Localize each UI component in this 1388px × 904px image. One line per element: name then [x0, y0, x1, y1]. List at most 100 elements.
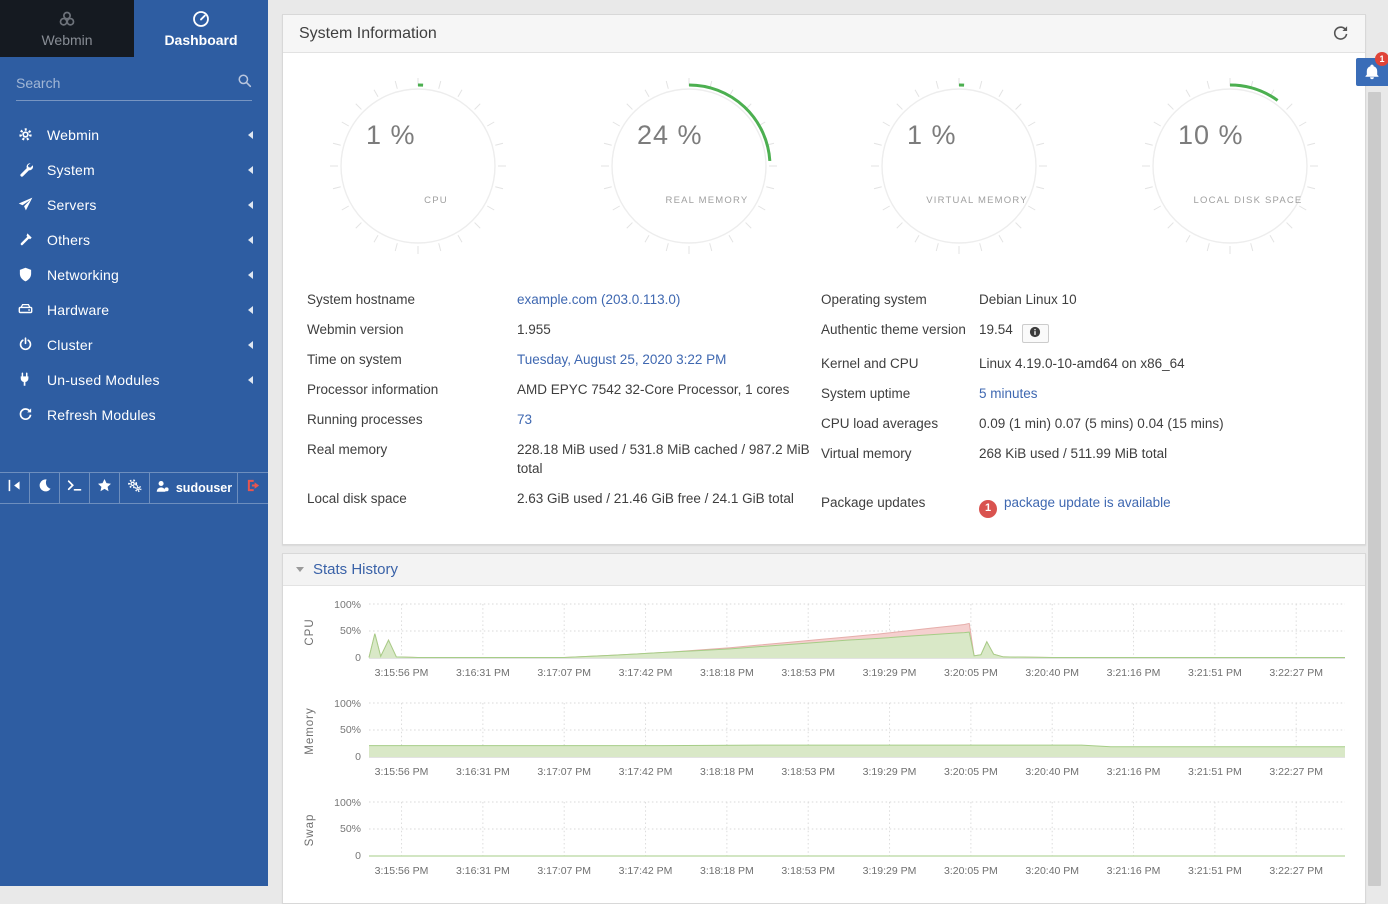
info-row-time-on-system: Time on systemTuesday, August 25, 2020 3…	[307, 345, 821, 375]
info-label: Local disk space	[307, 489, 517, 508]
gears-icon	[127, 478, 142, 498]
info-row-local-disk-space: Local disk space2.63 GiB used / 21.46 Gi…	[307, 484, 821, 514]
system-information-header: System Information	[283, 15, 1365, 53]
sidebar-item-others[interactable]: Others	[0, 222, 268, 257]
info-value[interactable]: 73	[517, 412, 532, 427]
stats-chart-memory: Memory100%50%03:15:56 PM3:16:31 PM3:17:0…	[283, 697, 1365, 790]
sidebar-item-hardware[interactable]: Hardware	[0, 292, 268, 327]
svg-text:Memory: Memory	[304, 707, 316, 755]
star-button[interactable]	[90, 473, 120, 503]
info-value: Debian Linux 10	[979, 292, 1077, 307]
info-value[interactable]: Tuesday, August 25, 2020 3:22 PM	[517, 352, 726, 367]
svg-text:3:21:51 PM: 3:21:51 PM	[1188, 766, 1242, 778]
info-label: Authentic theme version	[821, 320, 979, 339]
sidebar-item-networking[interactable]: Networking	[0, 257, 268, 292]
svg-text:3:20:05 PM: 3:20:05 PM	[944, 865, 998, 877]
bell-icon	[1364, 64, 1380, 80]
caret-left-icon	[248, 341, 253, 349]
scrollbar[interactable]	[1368, 92, 1381, 886]
svg-text:3:17:42 PM: 3:17:42 PM	[619, 667, 673, 679]
svg-text:3:18:18 PM: 3:18:18 PM	[700, 865, 754, 877]
stats-history-title: Stats History	[313, 561, 398, 578]
webmin-logo-icon	[58, 10, 76, 28]
theme-info-button[interactable]	[1022, 324, 1049, 343]
collapse-sidebar-button[interactable]	[0, 473, 30, 503]
svg-text:3:20:40 PM: 3:20:40 PM	[1025, 865, 1079, 877]
gears-button[interactable]	[120, 473, 150, 503]
moon-button[interactable]	[30, 473, 60, 503]
stats-chart-cpu: CPU100%50%03:15:56 PM3:16:31 PM3:17:07 P…	[283, 598, 1365, 691]
sidebar-item-un-used-modules[interactable]: Un-used Modules	[0, 362, 268, 397]
dashboard-gauge-icon	[192, 10, 210, 28]
sidebar-item-system[interactable]: System	[0, 152, 268, 187]
username-label: sudouser	[176, 481, 232, 495]
notifications-button[interactable]: 1	[1356, 58, 1388, 86]
svg-text:3:22:27 PM: 3:22:27 PM	[1269, 667, 1323, 679]
gauges-row: 1 %CPU24 %REAL MEMORY1 %VIRTUAL MEMORY10…	[283, 53, 1365, 267]
gauge-label: CPU	[424, 195, 448, 206]
gauge-label: LOCAL DISK SPACE	[1193, 195, 1302, 206]
svg-text:3:19:29 PM: 3:19:29 PM	[863, 865, 917, 877]
info-value[interactable]: 5 minutes	[979, 386, 1038, 401]
info-row-running-processes: Running processes73	[307, 405, 821, 435]
svg-text:3:19:29 PM: 3:19:29 PM	[863, 667, 917, 679]
system-info-tables: System hostnameexample.com (203.0.113.0)…	[283, 267, 1365, 544]
svg-text:100%: 100%	[334, 797, 361, 809]
shield-icon	[17, 267, 34, 282]
svg-text:0: 0	[355, 652, 361, 664]
info-value[interactable]: package update is available	[1004, 495, 1171, 510]
sidebar-item-servers[interactable]: Servers	[0, 187, 268, 222]
collapse-sidebar-icon	[7, 478, 22, 498]
svg-text:CPU: CPU	[304, 618, 316, 645]
system-information-panel: System Information 1 %CPU24 %REAL MEMORY…	[282, 14, 1366, 545]
gauge-label: VIRTUAL MEMORY	[926, 195, 1028, 206]
signout-button[interactable]	[238, 473, 268, 503]
search-input[interactable]	[16, 75, 237, 91]
svg-text:3:16:31 PM: 3:16:31 PM	[456, 766, 510, 778]
info-row-system-uptime: System uptime5 minutes	[821, 379, 1365, 409]
search-icon[interactable]	[237, 73, 252, 93]
svg-text:3:18:53 PM: 3:18:53 PM	[781, 865, 835, 877]
svg-text:3:17:42 PM: 3:17:42 PM	[619, 766, 673, 778]
wrench-icon	[17, 162, 34, 177]
refresh-icon	[17, 407, 34, 422]
sidebar-footer: sudouser	[0, 472, 268, 504]
stats-history-header[interactable]: Stats History	[283, 554, 1365, 586]
sidebar-item-webmin[interactable]: Webmin	[0, 117, 268, 152]
caret-left-icon	[248, 271, 253, 279]
info-label: Running processes	[307, 410, 517, 429]
info-row-operating-system: Operating systemDebian Linux 10	[821, 285, 1365, 315]
info-row-processor-information: Processor informationAMD EPYC 7542 32-Co…	[307, 375, 821, 405]
logged-in-user-button[interactable]: sudouser	[150, 473, 238, 503]
info-table-left: System hostnameexample.com (203.0.113.0)…	[307, 285, 821, 524]
terminal-button[interactable]	[60, 473, 90, 503]
tab-webmin[interactable]: Webmin	[0, 0, 134, 57]
chart-swap: Swap100%50%03:15:56 PM3:16:31 PM3:17:07 …	[283, 796, 1365, 884]
info-row-system-hostname: System hostnameexample.com (203.0.113.0)	[307, 285, 821, 315]
info-value: AMD EPYC 7542 32-Core Processor, 1 cores	[517, 382, 789, 397]
svg-text:3:21:16 PM: 3:21:16 PM	[1107, 766, 1161, 778]
caret-left-icon	[248, 306, 253, 314]
tab-dashboard[interactable]: Dashboard	[134, 0, 268, 57]
gauge-label: REAL MEMORY	[665, 195, 748, 206]
caret-left-icon	[248, 131, 253, 139]
sidebar-search	[16, 73, 252, 101]
svg-text:3:17:07 PM: 3:17:07 PM	[537, 865, 591, 877]
webmin-dashboard: Webmin Dashboard WebminSystemServersOthe…	[0, 0, 1388, 886]
info-label: Time on system	[307, 350, 517, 369]
svg-text:3:21:16 PM: 3:21:16 PM	[1107, 667, 1161, 679]
sidebar-item-label: Cluster	[47, 337, 248, 353]
info-row-webmin-version: Webmin version1.955	[307, 315, 821, 345]
info-label: Operating system	[821, 290, 979, 309]
info-row-authentic-theme-version: Authentic theme version19.54	[821, 315, 1365, 349]
refresh-icon[interactable]	[1332, 25, 1349, 42]
stats-charts: CPU100%50%03:15:56 PM3:16:31 PM3:17:07 P…	[283, 586, 1365, 903]
info-value[interactable]: example.com (203.0.113.0)	[517, 292, 680, 307]
sidebar-item-cluster[interactable]: Cluster	[0, 327, 268, 362]
gauge-value: 1 %	[907, 120, 957, 150]
sidebar-item-refresh-modules[interactable]: Refresh Modules	[0, 397, 268, 432]
chart-cpu: CPU100%50%03:15:56 PM3:16:31 PM3:17:07 P…	[283, 598, 1365, 686]
sidebar-item-label: Hardware	[47, 302, 248, 318]
send-icon	[17, 197, 34, 212]
info-label: CPU load averages	[821, 414, 979, 433]
